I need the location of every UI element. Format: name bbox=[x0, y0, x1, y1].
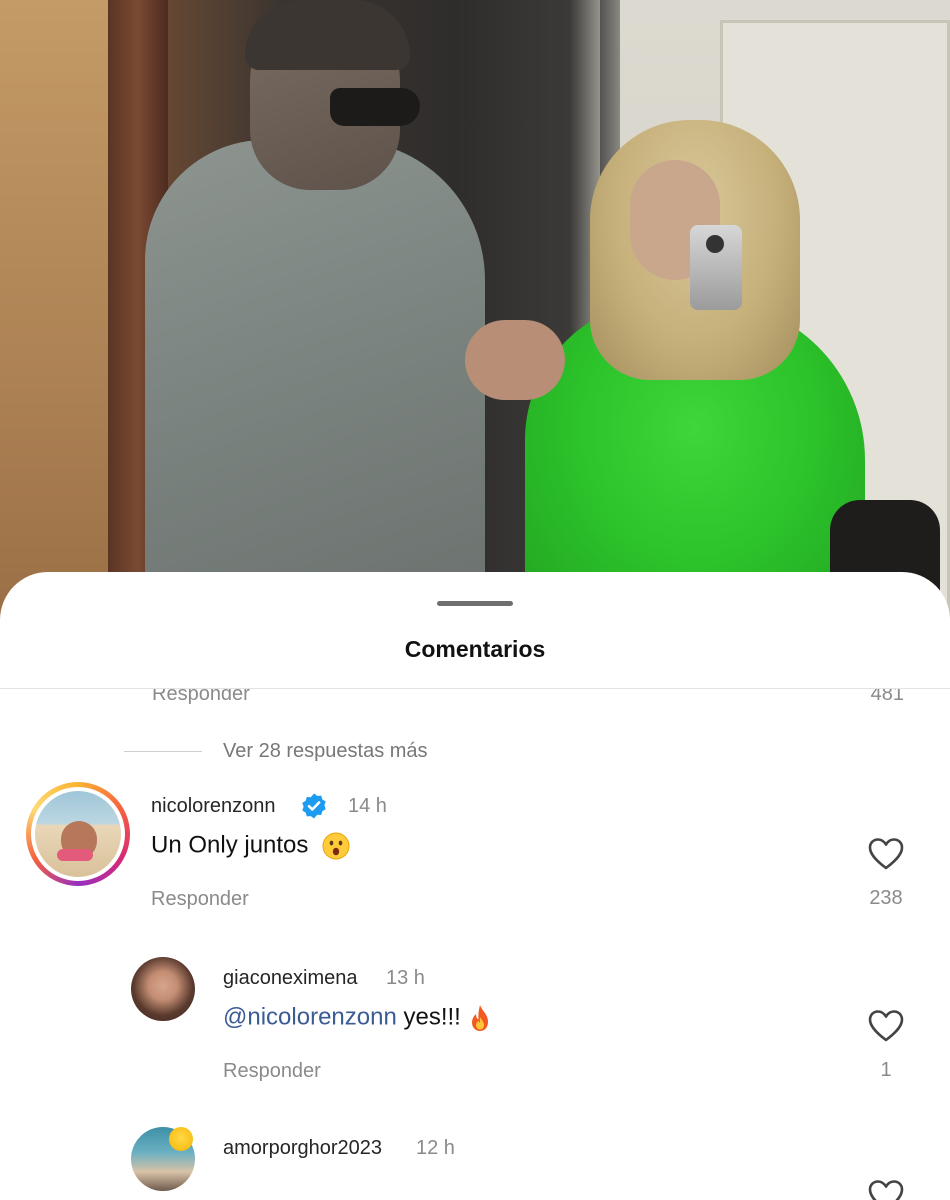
comment-text: @nicolorenzonn yes!!! bbox=[223, 1003, 492, 1033]
photo-phone bbox=[690, 225, 742, 310]
avatar-story-ring[interactable] bbox=[26, 782, 130, 886]
comment-time: 14 h bbox=[348, 795, 387, 817]
comment-time: 12 h bbox=[416, 1137, 455, 1159]
sheet-title: Comentarios bbox=[404, 636, 546, 662]
heart-outline-icon[interactable] bbox=[868, 837, 904, 871]
reply-button[interactable]: Responder bbox=[223, 1060, 321, 1083]
photo-wall-left bbox=[0, 0, 110, 620]
verified-badge-icon bbox=[302, 793, 326, 819]
photo-hands bbox=[465, 320, 565, 400]
comment-time: 13 h bbox=[386, 967, 425, 989]
photo-man-jacket bbox=[145, 140, 485, 620]
emoji-badge-icon bbox=[169, 1127, 193, 1151]
comments-list[interactable]: Responder 481 Ver 28 respuestas más nico… bbox=[0, 689, 950, 1200]
comment-item: nicolorenzonn 14 h Un Only juntos Respon… bbox=[0, 779, 950, 929]
photo-sunglasses bbox=[330, 88, 420, 126]
view-replies-line bbox=[124, 751, 202, 752]
fire-icon bbox=[471, 1005, 488, 1031]
reply-button[interactable]: Responder bbox=[151, 888, 249, 911]
comment-text: Un Only juntos bbox=[151, 831, 351, 861]
previous-like-count: 481 bbox=[870, 689, 904, 705]
view-more-replies-button[interactable]: Ver 28 respuestas más bbox=[223, 740, 428, 763]
comments-sheet: Comentarios Responder 481 Ver 28 respues… bbox=[0, 572, 950, 1200]
photo-man-hair bbox=[245, 0, 410, 70]
heart-outline-icon[interactable] bbox=[868, 1009, 904, 1043]
post-photo bbox=[0, 0, 950, 620]
heart-outline-icon[interactable] bbox=[868, 1179, 904, 1200]
comment-mention[interactable]: @nicolorenzonn bbox=[223, 1003, 397, 1030]
comment-text-content: yes!!! bbox=[403, 1003, 461, 1031]
astonished-face-icon bbox=[322, 832, 350, 860]
like-count: 1 bbox=[880, 1059, 892, 1081]
comment-item: giaconeximena 13 h @nicolorenzonn yes!!!… bbox=[0, 951, 950, 1101]
previous-reply-button[interactable]: Responder bbox=[152, 689, 250, 706]
comment-username[interactable]: amorporghor2023 bbox=[223, 1137, 382, 1160]
comment-text-content: Un Only juntos bbox=[151, 831, 309, 859]
drag-handle[interactable] bbox=[437, 601, 513, 606]
comment-item: amorporghor2023 12 h bbox=[0, 1121, 950, 1200]
like-count: 238 bbox=[869, 887, 903, 909]
comment-username[interactable]: giaconeximena bbox=[223, 967, 358, 990]
avatar[interactable] bbox=[131, 957, 195, 1021]
avatar bbox=[35, 791, 121, 877]
comment-username[interactable]: nicolorenzonn bbox=[151, 795, 276, 818]
